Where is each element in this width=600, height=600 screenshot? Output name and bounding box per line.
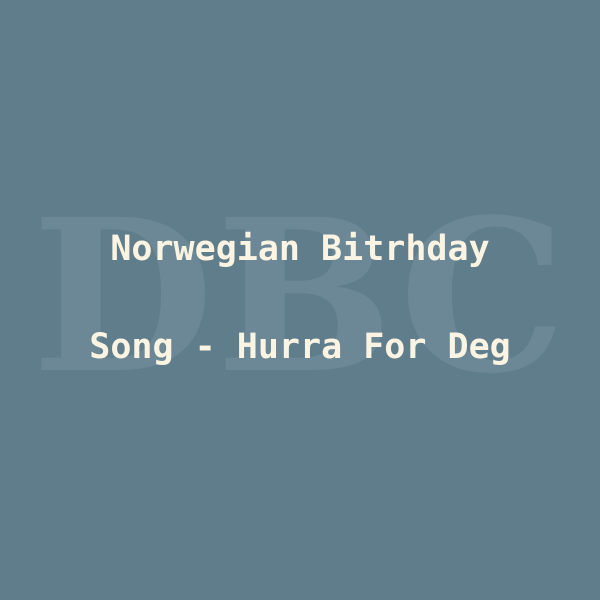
title-spacer — [0, 274, 600, 322]
song-title-line-1: Norwegian Bitrhday — [110, 229, 490, 269]
song-title: Norwegian Bitrhday Song - Hurra For Deg — [0, 224, 600, 372]
song-title-line-2: Song - Hurra For Deg — [89, 327, 511, 367]
title-card: DBC Norwegian Bitrhday Song - Hurra For … — [0, 0, 600, 600]
